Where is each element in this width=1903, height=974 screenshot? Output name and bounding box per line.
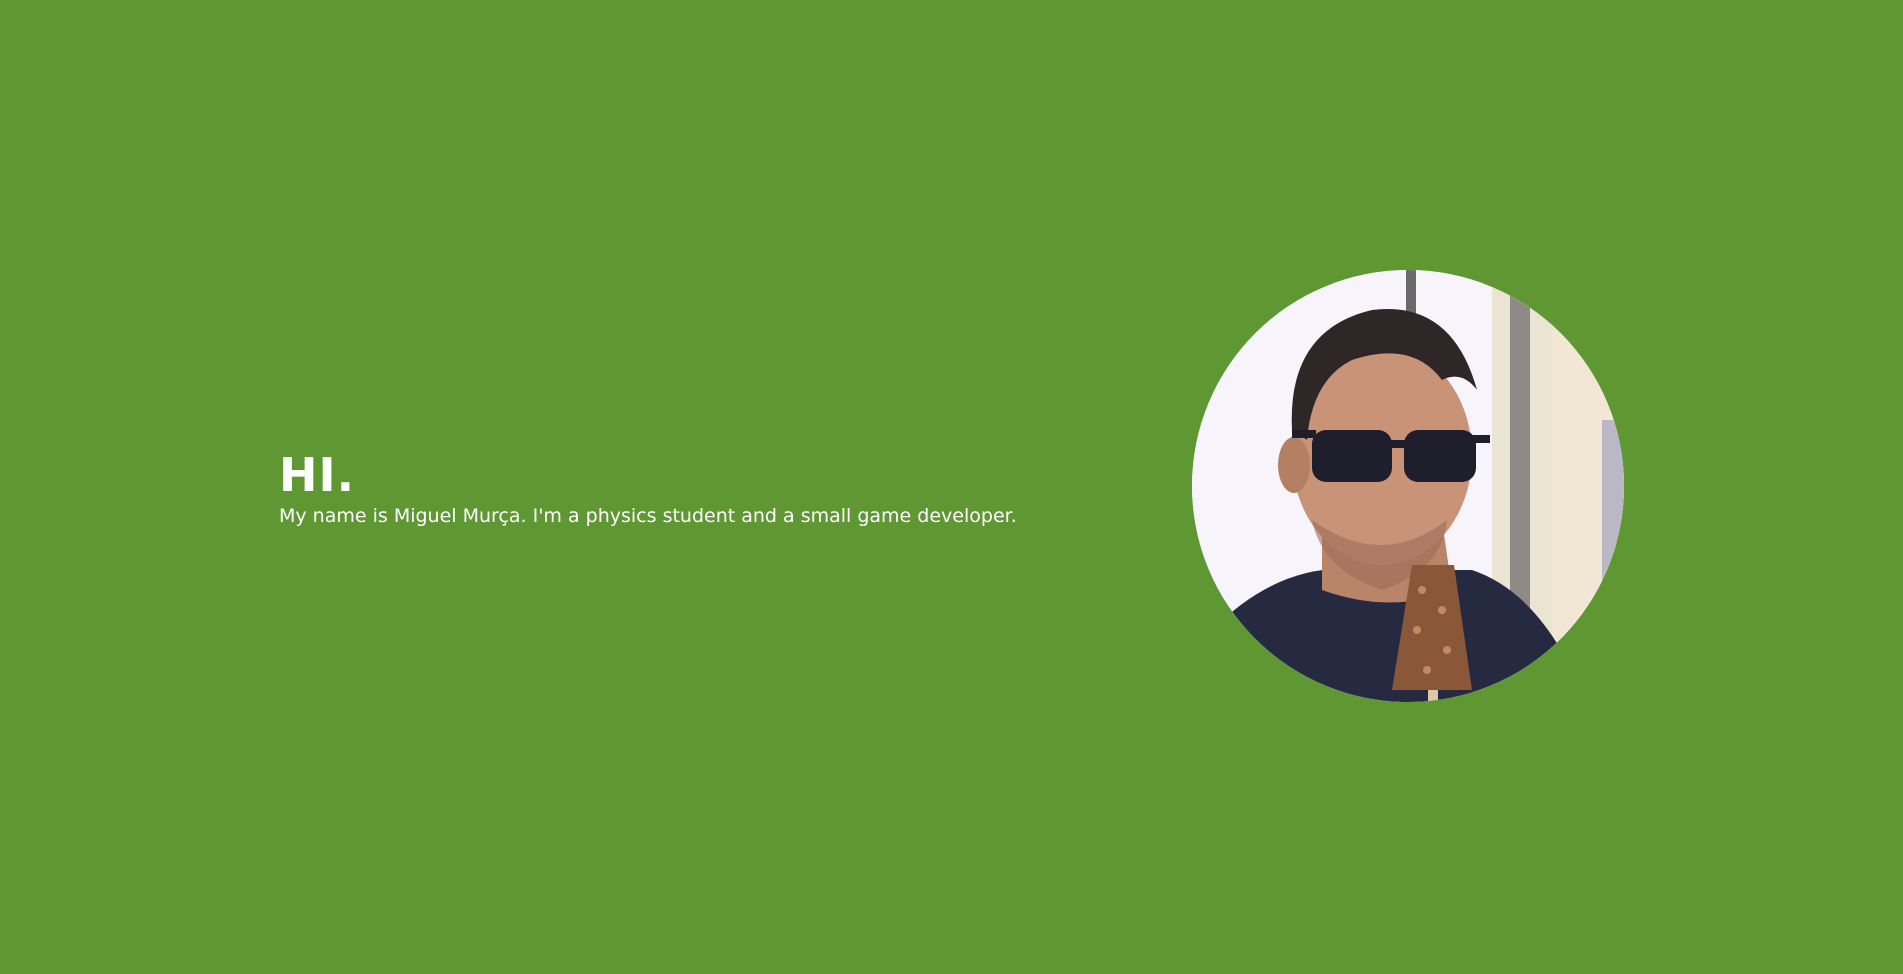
hero-title: HI. <box>279 448 356 502</box>
profile-photo <box>1192 270 1624 702</box>
hero-subtitle: My name is Miguel Murça. I'm a physics s… <box>279 505 1017 527</box>
hero-text: HI. My name is Miguel Murça. I'm a physi… <box>279 450 1017 528</box>
profile-photo-illustration <box>1192 270 1624 702</box>
